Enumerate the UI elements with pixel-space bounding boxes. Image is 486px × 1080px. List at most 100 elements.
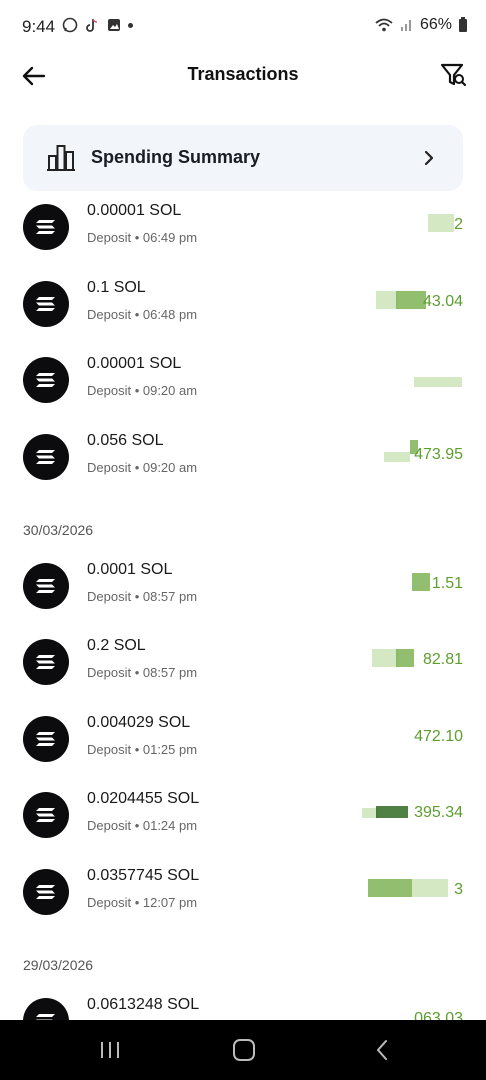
transaction-meta: Deposit • 08:57 pm <box>87 665 198 680</box>
transaction-time: 06:49 pm <box>142 230 198 245</box>
system-navigation-bar <box>0 1020 486 1080</box>
transaction-amount: 0.056 SOL <box>87 432 164 449</box>
redaction-mask <box>384 452 410 462</box>
transaction-row[interactable]: 0.004029 SOL Deposit • 01:25 pm 472.10 <box>0 710 486 776</box>
transaction-amount: 0.004029 SOL <box>87 714 191 731</box>
transaction-row[interactable]: 0.0204455 SOL Deposit • 01:24 pm 395.34 <box>0 786 486 852</box>
transaction-type: Deposit <box>87 460 132 475</box>
wifi-icon <box>375 18 393 32</box>
transaction-row[interactable]: 0.0001 SOL Deposit • 08:57 pm 1.51 <box>0 557 486 623</box>
transaction-time: 09:20 am <box>142 460 198 475</box>
solana-icon <box>23 357 69 403</box>
filter-search-icon <box>440 63 467 87</box>
solana-icon <box>23 281 69 327</box>
transaction-meta: Deposit • 09:20 am <box>87 383 198 398</box>
solana-icon <box>23 204 69 250</box>
transaction-type: Deposit <box>87 307 132 322</box>
transaction-type: Deposit <box>87 230 132 245</box>
transaction-time: 08:57 pm <box>142 665 198 680</box>
chevron-left-icon <box>377 1040 387 1060</box>
redaction-mask <box>396 649 414 667</box>
notification-icons <box>62 17 133 33</box>
transaction-meta: Deposit • 06:49 pm <box>87 230 198 245</box>
transaction-time: 08:57 pm <box>142 589 198 604</box>
transaction-time: 09:20 am <box>142 383 198 398</box>
solana-icon <box>23 434 69 480</box>
filter-button[interactable] <box>438 60 468 90</box>
transaction-amount: 0.1 SOL <box>87 279 146 296</box>
solana-icon <box>23 716 69 762</box>
redaction-mask <box>372 649 398 667</box>
more-notifications-dot <box>128 22 133 28</box>
transaction-fiat-value: 1.51 <box>431 575 463 592</box>
redaction-mask <box>414 377 462 387</box>
transaction-type: Deposit <box>87 818 132 833</box>
battery-percent: 66% <box>419 16 452 33</box>
transaction-type: Deposit <box>87 383 132 398</box>
bar-chart-icon <box>45 142 77 172</box>
transaction-amount: 0.0001 SOL <box>87 561 173 578</box>
spending-summary-label: Spending Summary <box>91 147 261 167</box>
transaction-row[interactable]: 0.1 SOL Deposit • 06:48 pm 43.04 <box>0 275 486 341</box>
transaction-type: Deposit <box>87 742 132 757</box>
transaction-time: 01:24 pm <box>142 818 198 833</box>
transaction-fiat-value: 82.81 <box>422 651 463 668</box>
transaction-type: Deposit <box>87 665 132 680</box>
transaction-time: 12:07 pm <box>142 895 198 910</box>
transaction-row[interactable]: 0.00001 SOL Deposit • 06:49 pm 2 <box>0 198 486 264</box>
app-header: Transactions <box>0 52 486 100</box>
redaction-mask <box>396 291 426 309</box>
transaction-fiat-value: 2 <box>454 216 463 233</box>
recent-apps-icon <box>101 1042 119 1058</box>
transaction-meta: Deposit • 01:24 pm <box>87 818 198 833</box>
chevron-right-icon <box>423 149 435 167</box>
transaction-meta: Deposit • 06:48 pm <box>87 307 198 322</box>
transaction-row[interactable]: 0.00001 SOL Deposit • 09:20 am <box>0 351 486 417</box>
transaction-time: 01:25 pm <box>142 742 198 757</box>
redaction-mask <box>428 214 454 232</box>
transaction-fiat-value: 473.95 <box>414 446 463 463</box>
redaction-mask <box>368 879 412 897</box>
recent-apps-button[interactable] <box>98 1040 122 1060</box>
status-time: 9:44 <box>22 17 56 36</box>
date-header: 29/03/2026 <box>23 957 94 973</box>
status-bar: 9:44 66% <box>0 0 486 52</box>
tiktok-icon <box>86 18 98 32</box>
date-header: 30/03/2026 <box>23 522 94 538</box>
transaction-type: Deposit <box>87 895 132 910</box>
transaction-amount: 0.00001 SOL <box>87 355 182 372</box>
system-icons: 66% <box>374 16 468 34</box>
system-back-button[interactable] <box>374 1038 390 1062</box>
transaction-fiat-value: 472.10 <box>414 728 463 745</box>
transaction-fiat-value: 395.34 <box>414 804 463 821</box>
transaction-fiat-value: 3 <box>454 881 463 898</box>
transaction-amount: 0.0204455 SOL <box>87 790 200 807</box>
signal-icon <box>400 20 411 31</box>
solana-icon <box>23 639 69 685</box>
transaction-amount: 0.00001 SOL <box>87 202 182 219</box>
redaction-mask <box>376 291 398 309</box>
solana-icon <box>23 792 69 838</box>
transaction-row[interactable]: 0.2 SOL Deposit • 08:57 pm 82.81 <box>0 633 486 699</box>
solana-icon <box>23 869 69 915</box>
transaction-row[interactable]: 0.056 SOL Deposit • 09:20 am 473.95 <box>0 428 486 494</box>
transaction-meta: Deposit • 12:07 pm <box>87 895 198 910</box>
page-title: Transactions <box>187 64 299 84</box>
transaction-amount: 0.2 SOL <box>87 637 146 654</box>
whatsapp-icon <box>62 17 78 33</box>
transaction-type: Deposit <box>87 589 132 604</box>
transaction-amount: 0.0613248 SOL <box>87 996 200 1013</box>
transaction-meta: Deposit • 01:25 pm <box>87 742 198 757</box>
transaction-row[interactable]: 0.0357745 SOL Deposit • 12:07 pm 3 <box>0 863 486 929</box>
transaction-amount: 0.0357745 SOL <box>87 867 200 884</box>
transaction-fiat-value: 43.04 <box>422 293 463 310</box>
home-button[interactable] <box>233 1039 255 1061</box>
gallery-icon <box>108 19 120 31</box>
solana-icon <box>23 563 69 609</box>
transaction-meta: Deposit • 09:20 am <box>87 460 198 475</box>
battery-icon <box>459 17 467 32</box>
redaction-mask <box>412 879 448 897</box>
transaction-time: 06:48 pm <box>142 307 198 322</box>
transaction-meta: Deposit • 08:57 pm <box>87 589 198 604</box>
spending-summary-card[interactable]: Spending Summary <box>23 125 463 191</box>
